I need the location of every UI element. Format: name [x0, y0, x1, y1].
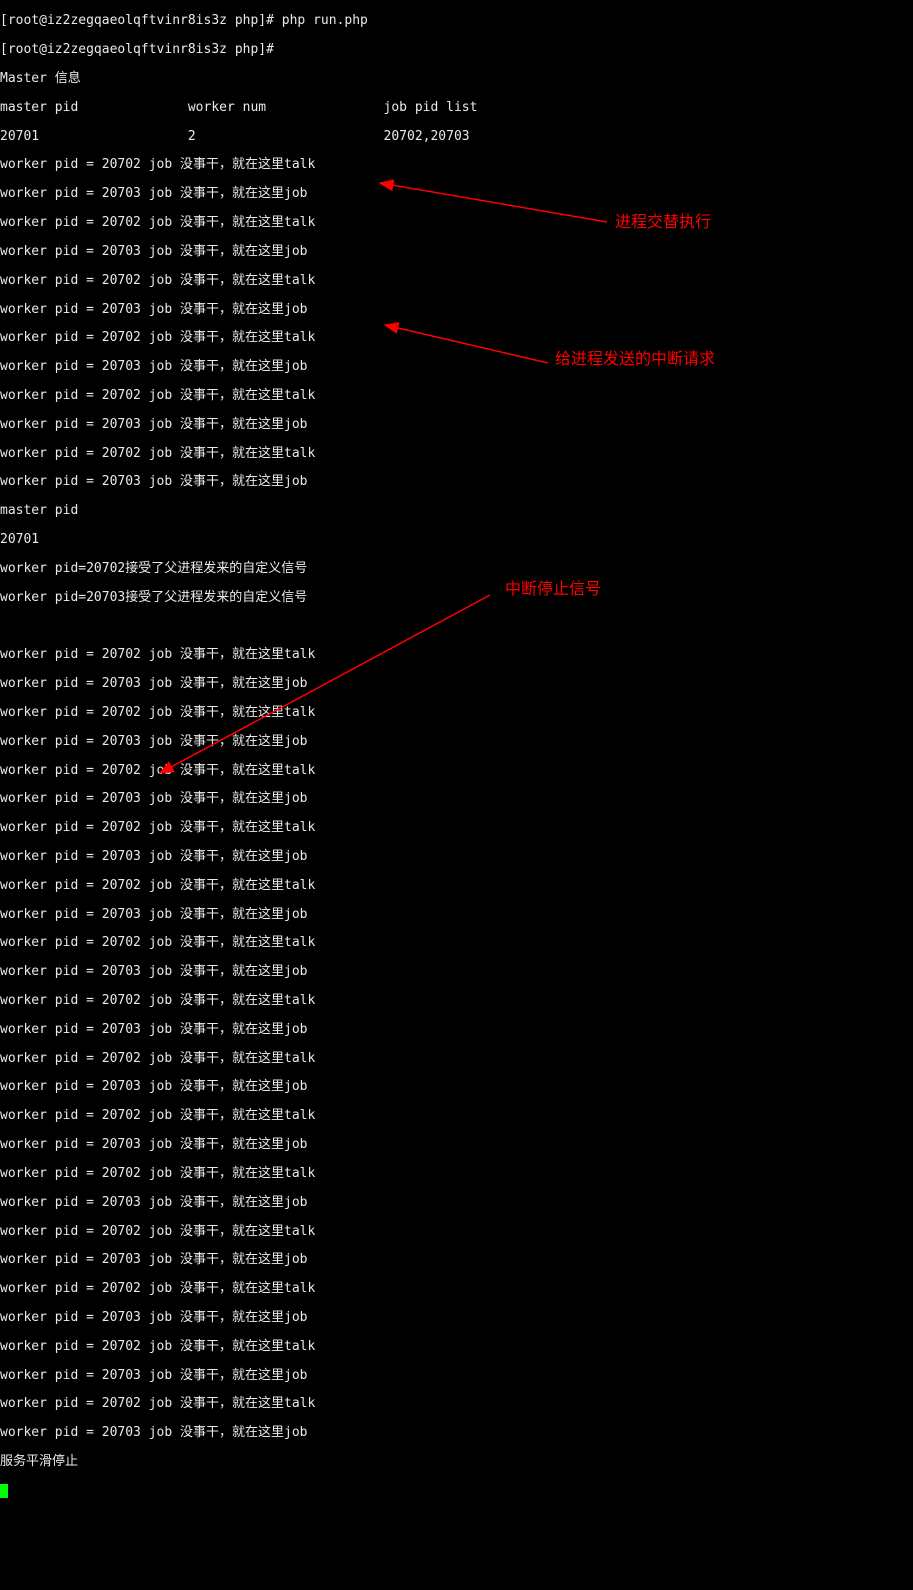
- worker-line: worker pid = 20702 job 没事干，就在这里talk: [0, 1052, 913, 1066]
- worker-line: worker pid = 20703 job 没事干，就在这里job: [0, 1138, 913, 1152]
- worker-line: worker pid = 20702 job 没事干，就在这里talk: [0, 1109, 913, 1123]
- worker-line: worker pid = 20702 job 没事干，就在这里talk: [0, 821, 913, 835]
- cursor-icon: [0, 1484, 8, 1498]
- worker-line: worker pid = 20702 job 没事干，就在这里talk: [0, 1225, 913, 1239]
- arrow-icon: [0, 0, 913, 795]
- terminal[interactable]: [root@iz2zegqaeolqftvinr8is3z php]# php …: [0, 0, 913, 795]
- worker-line: worker pid = 20703 job 没事干，就在这里job: [0, 1253, 913, 1267]
- worker-line: worker pid = 20702 job 没事干，就在这里talk: [0, 1397, 913, 1411]
- worker-line: worker pid = 20703 job 没事干，就在这里job: [0, 1196, 913, 1210]
- cursor-line: [0, 1484, 913, 1498]
- worker-line: worker pid = 20703 job 没事干，就在这里job: [0, 1311, 913, 1325]
- worker-line: worker pid = 20702 job 没事干，就在这里talk: [0, 1340, 913, 1354]
- worker-line: worker pid = 20702 job 没事干，就在这里talk: [0, 879, 913, 893]
- worker-line: worker pid = 20703 job 没事干，就在这里job: [0, 965, 913, 979]
- worker-line: worker pid = 20702 job 没事干，就在这里talk: [0, 1282, 913, 1296]
- worker-line: worker pid = 20703 job 没事干，就在这里job: [0, 850, 913, 864]
- worker-line: worker pid = 20703 job 没事干，就在这里job: [0, 908, 913, 922]
- worker-line: worker pid = 20703 job 没事干，就在这里job: [0, 1080, 913, 1094]
- worker-line: worker pid = 20702 job 没事干，就在这里talk: [0, 994, 913, 1008]
- worker-line: worker pid = 20703 job 没事干，就在这里job: [0, 1023, 913, 1037]
- worker-line: worker pid = 20703 job 没事干，就在这里job: [0, 1426, 913, 1440]
- worker-line: worker pid = 20703 job 没事干，就在这里job: [0, 1369, 913, 1383]
- worker-line: worker pid = 20702 job 没事干，就在这里talk: [0, 936, 913, 950]
- worker-line: worker pid = 20702 job 没事干，就在这里talk: [0, 1167, 913, 1181]
- stop-line: 服务平滑停止: [0, 1455, 913, 1469]
